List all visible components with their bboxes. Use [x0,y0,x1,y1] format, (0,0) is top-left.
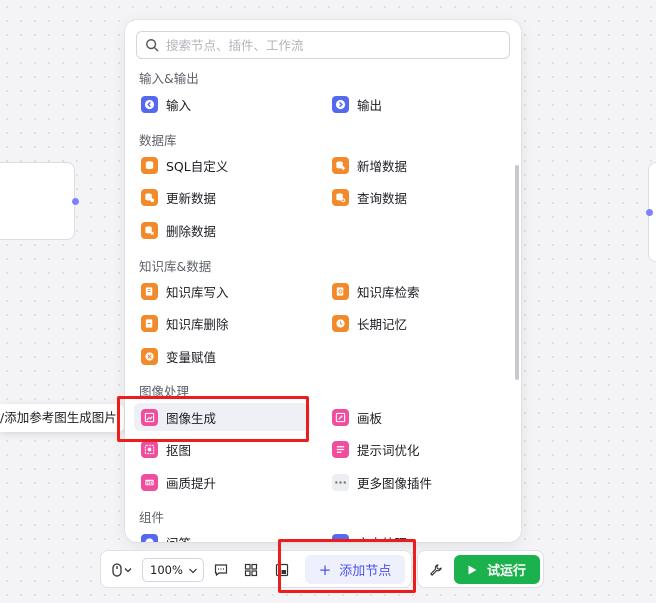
comment-button[interactable] [212,561,230,579]
database-icon [141,156,158,174]
section-database: 数据库 [139,133,177,148]
image-gen-icon [141,408,158,426]
node-item-label: 知识库删除 [166,316,229,332]
minimap-button[interactable] [273,561,291,579]
node-item-label: 输出 [357,97,383,113]
output-icon [332,95,349,113]
prompt-icon [332,440,349,458]
variable-icon [141,347,158,365]
node-item-prompt-opt[interactable]: 提示词优化 [326,435,502,463]
node-item-canvas[interactable]: 画板 [326,403,502,431]
database-delete-icon [141,221,158,239]
node-item-label: 删除数据 [166,223,217,239]
mouse-icon [112,563,132,577]
input-icon [141,95,158,113]
node-item-label: 抠图 [166,442,192,458]
node-item-output[interactable]: 输出 [326,90,502,118]
node-item-label: 输入 [166,97,192,113]
node-item-label: 画板 [357,410,383,426]
node-item-label: 新增数据 [357,158,408,174]
node-item-kb-write[interactable]: 知识库写入 [134,277,310,305]
bottom-toolbar: 100% + 添加节点 [100,550,412,588]
debug-settings-button[interactable] [427,561,445,579]
add-node-panel: 输入&输出 输入 输出 数据库 SQL自定义 新增数据 更新数据 查询数据 删 [125,20,521,542]
node-item-label: 查询数据 [357,190,408,206]
canvas-icon [332,408,349,426]
layout-button[interactable] [242,561,260,579]
node-tooltip: /添加参考图生成图片 [0,404,124,432]
node-item-label: 知识库检索 [357,284,420,300]
memory-icon [332,314,349,332]
qa-icon [141,533,158,542]
node-item-label: 更新数据 [166,190,217,206]
knowledge-write-icon [141,282,158,300]
node-item-label: SQL自定义 [166,158,229,174]
section-image: 图像处理 [139,384,190,399]
tooltip-text: /添加参考图生成图片 [0,410,117,425]
node-item-text-process[interactable]: 文本处理 [326,528,502,542]
node-item-input[interactable]: 输入 [134,90,310,118]
knowledge-delete-icon [141,314,158,332]
node-item-query-data[interactable]: 查询数据 [326,183,502,211]
cutout-icon [141,440,158,458]
run-toolbar: 试运行 [417,550,544,588]
add-node-button[interactable]: + 添加节点 [305,555,405,584]
node-item-label: 问答 [166,533,191,543]
panel-scrollbar[interactable] [515,165,519,380]
node-item-var-assign[interactable]: 变量赋值 [134,342,310,370]
zoom-select[interactable]: 100% [142,558,204,582]
node-item-label: 知识库写入 [166,284,229,300]
node-item-kb-search[interactable]: 知识库检索 [326,277,502,305]
node-item-qa[interactable]: 问答 [134,528,310,542]
node-item-label: 长期记忆 [357,316,408,332]
node-input-port[interactable] [646,209,653,216]
database-edit-icon [141,188,158,206]
zoom-value: 100% [150,563,183,577]
database-add-icon [332,156,349,174]
node-item-label: 提示词优化 [357,442,420,458]
play-icon [468,565,477,574]
interaction-mode-button[interactable] [109,560,135,580]
node-item-image-gen[interactable]: 图像生成 [134,403,310,431]
node-item-kb-delete[interactable]: 知识库删除 [134,309,310,337]
node-list: 输入&输出 输入 输出 数据库 SQL自定义 新增数据 更新数据 查询数据 删除… [125,66,521,542]
node-item-label: 变量赋值 [166,349,217,365]
svg-text:HD: HD [146,480,153,485]
chevron-down-icon [189,568,197,574]
test-run-button[interactable]: 试运行 [454,555,540,584]
plus-icon: + [318,560,332,579]
node-output-port[interactable] [72,198,79,205]
node-item-label: 图像生成 [166,410,217,426]
node-item-more-image-plugins[interactable]: ··· 更多图像插件 [326,468,502,496]
minimap-icon [275,563,289,577]
node-item-long-memory[interactable]: 长期记忆 [326,309,502,337]
node-item-cutout[interactable]: 抠图 [134,435,310,463]
node-item-update-data[interactable]: 更新数据 [134,183,310,211]
section-io: 输入&输出 [139,71,199,86]
text-icon [332,533,349,542]
add-node-label: 添加节点 [339,564,392,579]
node-item-quality-up[interactable]: HD 画质提升 [134,468,310,496]
node-item-sql-custom[interactable]: SQL自定义 [134,151,310,179]
section-components: 组件 [139,510,165,525]
workflow-node-left[interactable] [0,162,75,240]
node-item-label: 画质提升 [166,475,217,491]
grid-icon [244,563,258,577]
search-input[interactable] [166,37,509,53]
database-search-icon [332,188,349,206]
node-item-add-data[interactable]: 新增数据 [326,151,502,179]
knowledge-search-icon [332,282,349,300]
search-icon [146,39,159,52]
node-item-label: 文本处理 [357,533,407,543]
comment-icon [214,564,228,577]
wrench-icon [430,564,442,576]
more-icon: ··· [332,473,349,491]
search-box[interactable] [136,31,510,59]
node-item-delete-data[interactable]: 删除数据 [134,216,310,244]
hd-icon: HD [141,473,158,491]
section-knowledge: 知识库&数据 [139,259,212,274]
node-item-label: 更多图像插件 [357,475,433,491]
test-run-label: 试运行 [486,564,526,579]
